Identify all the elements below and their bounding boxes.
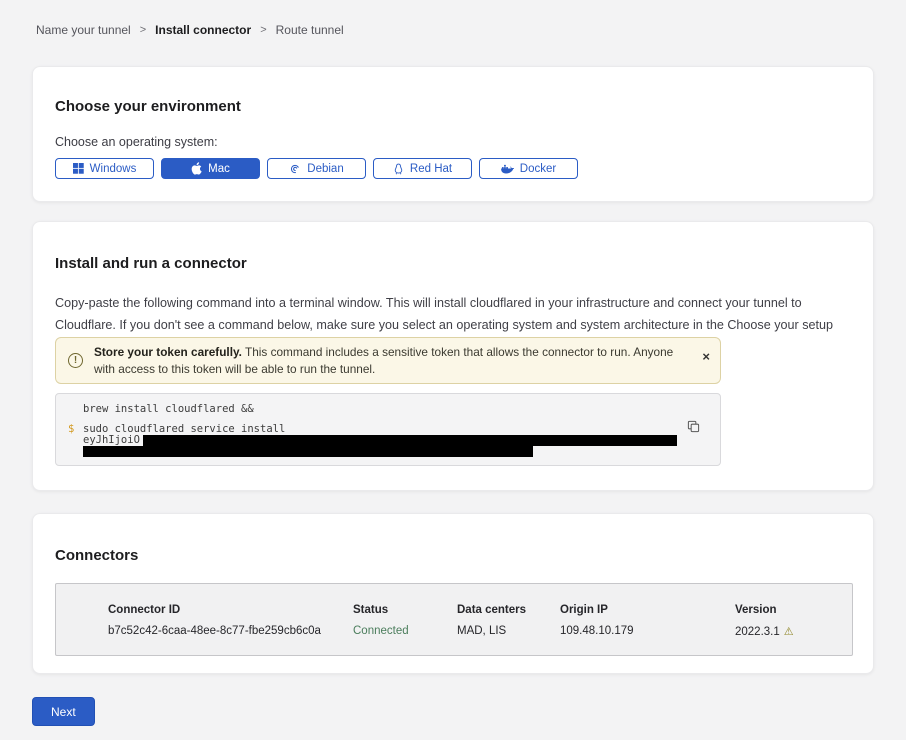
install-card-title: Install and run a connector (55, 255, 247, 272)
connectors-card: Connectors Connector ID Status Data cent… (32, 513, 874, 674)
connectors-table-header: Connector ID Status Data centers Origin … (108, 604, 842, 616)
status-badge: Connected (353, 625, 457, 638)
token-redaction-bar (83, 446, 533, 457)
environment-card-title: Choose your environment (55, 98, 241, 115)
os-button-label: Red Hat (410, 163, 452, 175)
os-button-docker[interactable]: Docker (479, 158, 578, 179)
choose-environment-card: Choose your environment Choose an operat… (32, 66, 874, 202)
apple-icon (191, 162, 202, 175)
windows-icon (73, 163, 84, 174)
alert-circle-icon: ! (68, 353, 83, 368)
redhat-icon (393, 163, 404, 175)
token-warning-banner: ! Store your token carefully. This comma… (55, 337, 721, 384)
os-select-label: Choose an operating system: (55, 135, 218, 149)
os-button-label: Windows (90, 163, 137, 175)
warning-triangle-icon: ⚠ (784, 626, 794, 638)
connector-id-value: b7c52c42-6caa-48ee-8c77-fbe259cb6c0a (108, 625, 353, 638)
version-value: 2022.3.1⚠ (735, 625, 842, 638)
token-warning-text: Store your token carefully. This command… (94, 344, 682, 378)
breadcrumb-route-tunnel[interactable]: Route tunnel (276, 23, 344, 37)
table-row: b7c52c42-6caa-48ee-8c77-fbe259cb6c0a Con… (108, 625, 842, 638)
breadcrumb-name-your-tunnel[interactable]: Name your tunnel (36, 23, 131, 37)
breadcrumb-install-connector[interactable]: Install connector (155, 23, 251, 37)
connectors-card-title: Connectors (55, 547, 138, 564)
close-icon[interactable]: × (702, 350, 710, 363)
os-button-redhat[interactable]: Red Hat (373, 158, 472, 179)
docker-icon (501, 163, 514, 174)
debian-icon (289, 163, 301, 175)
os-button-mac[interactable]: Mac (161, 158, 260, 179)
token-redaction-bar (143, 435, 677, 446)
code-line-token: eyJhIjoiO (83, 434, 677, 446)
breadcrumb-separator: > (260, 24, 266, 36)
next-button[interactable]: Next (32, 697, 95, 726)
install-command-code-block: brew install cloudflared && $ sudo cloud… (55, 393, 721, 466)
data-centers-value: MAD, LIS (457, 625, 560, 638)
origin-ip-value: 109.48.10.179 (560, 625, 735, 638)
shell-prompt: $ (68, 423, 74, 435)
breadcrumb: Name your tunnel > Install connector > R… (36, 23, 344, 37)
header-connector-id: Connector ID (108, 604, 353, 616)
token-prefix: eyJhIjoiO (83, 434, 140, 446)
header-version: Version (735, 604, 842, 616)
os-button-label: Mac (208, 163, 230, 175)
connectors-table: Connector ID Status Data centers Origin … (55, 583, 853, 656)
os-button-debian[interactable]: Debian (267, 158, 366, 179)
os-button-windows[interactable]: Windows (55, 158, 154, 179)
install-connector-card: Install and run a connector Copy-paste t… (32, 221, 874, 491)
os-button-group: Windows Mac Debian Red Hat Docker (55, 158, 578, 179)
header-status: Status (353, 604, 457, 616)
code-line-brew: brew install cloudflared && (83, 403, 254, 415)
header-origin-ip: Origin IP (560, 604, 735, 616)
header-data-centers: Data centers (457, 604, 560, 616)
os-button-label: Docker (520, 163, 556, 175)
breadcrumb-separator: > (140, 24, 146, 36)
os-button-label: Debian (307, 163, 343, 175)
copy-icon[interactable] (687, 420, 700, 436)
